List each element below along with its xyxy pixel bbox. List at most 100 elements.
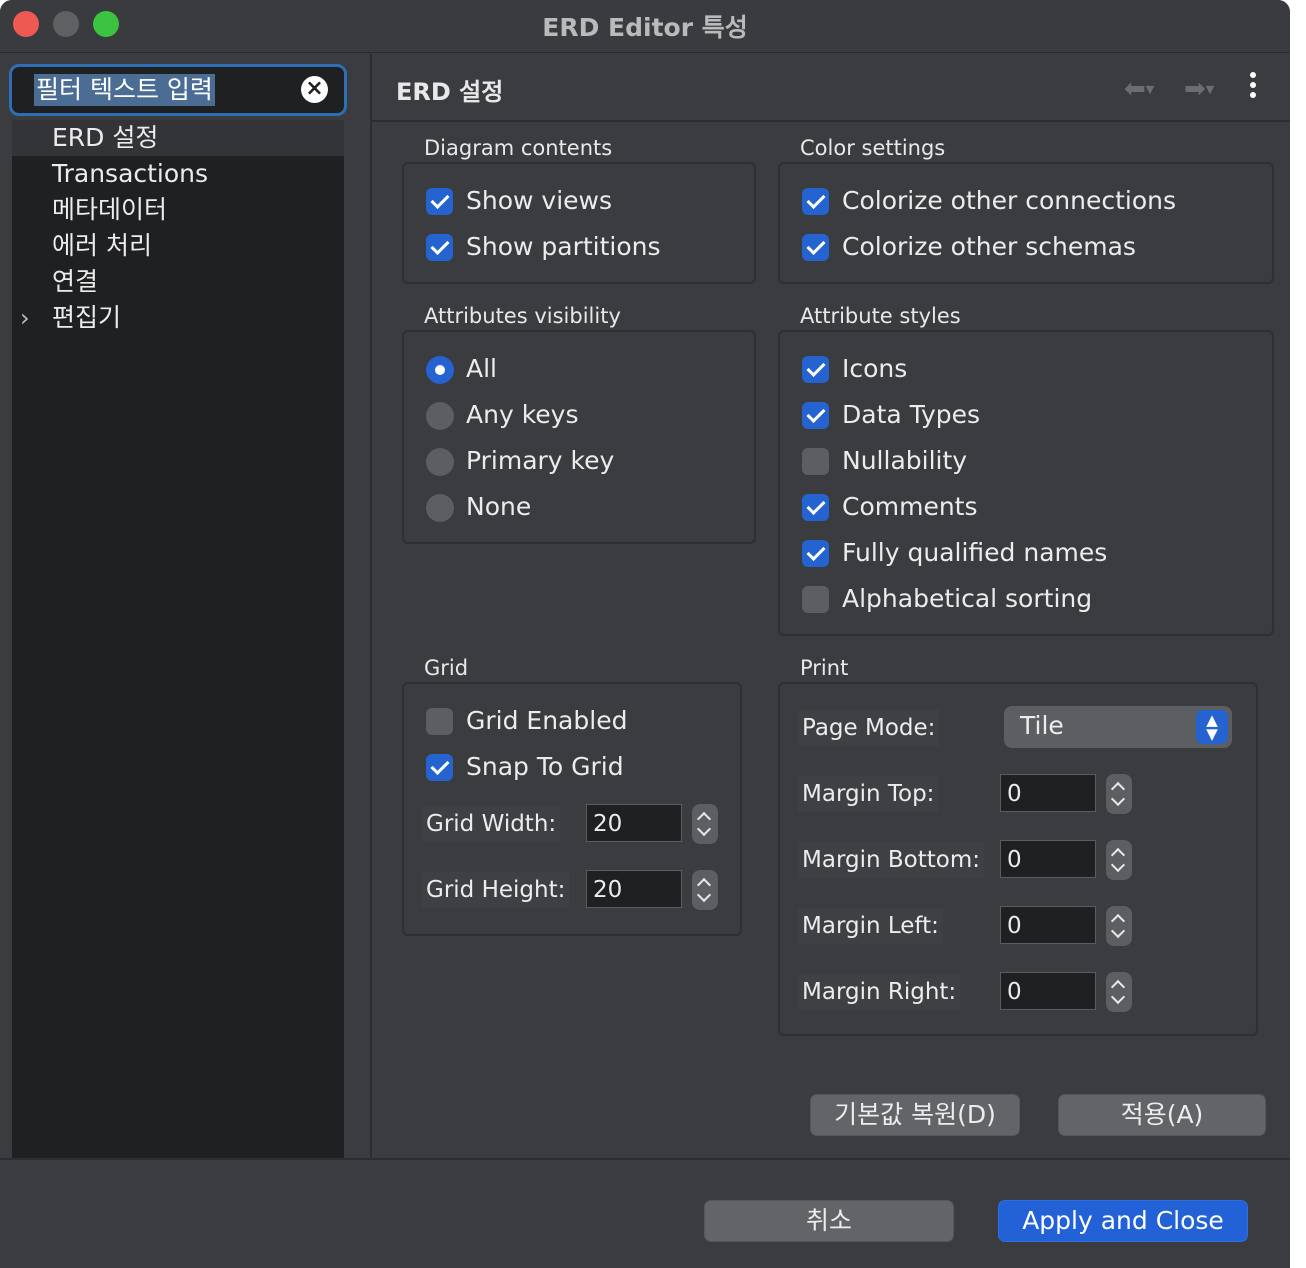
forward-arrow-icon[interactable]: ➡▼ [1184,74,1214,104]
tree-item-label: 편집기 [52,303,122,332]
chevron-down-icon[interactable] [1110,857,1126,873]
tree-item-connection[interactable]: 연결 [12,264,344,300]
page-mode-label: Page Mode: [798,710,940,746]
tree-item-label: Transactions [52,159,209,188]
checkbox-unchecked-icon[interactable] [802,586,829,613]
chevron-down-icon[interactable] [1110,791,1126,807]
checkbox-label: Show partitions [466,232,661,261]
checkbox-unchecked-icon[interactable] [802,448,829,475]
apply-button[interactable]: 적용(A) [1058,1094,1266,1136]
fully-qualified-names-checkbox[interactable]: Fully qualified names [802,538,1107,568]
margin-right-stepper[interactable] [1106,972,1132,1012]
margin-left-label: Margin Left: [798,908,943,944]
margin-bottom-stepper[interactable] [1106,840,1132,880]
margin-bottom-input[interactable]: 0 [1000,840,1096,878]
checkbox-label: Comments [842,492,978,521]
checkbox-checked-icon[interactable] [426,754,453,781]
icons-checkbox[interactable]: Icons [802,354,907,384]
margin-bottom-label: Margin Bottom: [798,842,984,878]
visibility-all-radio[interactable]: All [426,354,497,384]
filter-input-text[interactable]: 필터 텍스트 입력 [34,74,215,106]
show-views-checkbox[interactable]: Show views [426,186,612,216]
checkbox-label: Icons [842,354,908,383]
snap-to-grid-checkbox[interactable]: Snap To Grid [426,752,624,782]
alphabetical-sorting-checkbox[interactable]: Alphabetical sorting [802,584,1092,614]
diagram-contents-title: Diagram contents [424,136,613,160]
radio-unselected-icon[interactable] [426,402,454,430]
radio-selected-icon[interactable] [426,356,454,384]
select-arrows-icon[interactable]: ▲ ▼ [1196,710,1228,744]
margin-top-stepper[interactable] [1106,774,1132,814]
margin-left-input[interactable]: 0 [1000,906,1096,944]
checkbox-checked-icon[interactable] [802,356,829,383]
checkbox-label: Data Types [842,400,981,429]
restore-defaults-button[interactable]: 기본값 복원(D) [810,1094,1020,1136]
print-title: Print [800,656,849,680]
preferences-window: ERD Editor 특성 필터 텍스트 입력 × ERD 설정 Transac… [0,0,1290,1268]
tree-item-metadata[interactable]: 메타데이터 [12,192,344,228]
checkbox-checked-icon[interactable] [802,188,829,215]
checkbox-label: Show views [466,186,612,215]
checkbox-label: Alphabetical sorting [842,584,1093,613]
filter-input[interactable]: 필터 텍스트 입력 × [9,64,347,116]
checkbox-checked-icon[interactable] [802,540,829,567]
nullability-checkbox[interactable]: Nullability [802,446,967,476]
visibility-primary-key-radio[interactable]: Primary key [426,446,614,476]
chevron-down-icon[interactable] [696,887,712,903]
show-partitions-checkbox[interactable]: Show partitions [426,232,661,262]
grid-group: Grid Enabled Snap To Grid Grid Width: 20… [402,682,742,936]
settings-panel: ERD 설정 ⬅▼ ➡▼ Diagram contents Show views… [372,54,1290,1158]
checkbox-label: Colorize other schemas [842,232,1136,261]
radio-unselected-icon[interactable] [426,494,454,522]
checkbox-checked-icon[interactable] [426,188,453,215]
tree-item-transactions[interactable]: Transactions [12,156,344,192]
checkbox-checked-icon[interactable] [802,494,829,521]
attribute-styles-group: Icons Data Types Nullability Comments Fu… [778,330,1274,636]
margin-left-stepper[interactable] [1106,906,1132,946]
tree-item-label: 에러 처리 [52,231,152,260]
chevron-right-icon[interactable]: › [20,300,30,336]
more-options-icon[interactable] [1250,72,1256,102]
radio-unselected-icon[interactable] [426,448,454,476]
colorize-schemas-checkbox[interactable]: Colorize other schemas [802,232,1136,262]
sidebar: 필터 텍스트 입력 × ERD 설정 Transactions 메타데이터 에러… [0,54,356,1158]
margin-top-input[interactable]: 0 [1000,774,1096,812]
grid-height-stepper[interactable] [692,870,718,910]
attributes-visibility-group: All Any keys Primary key None [402,330,756,544]
margin-right-input[interactable]: 0 [1000,972,1096,1010]
comments-checkbox[interactable]: Comments [802,492,978,522]
grid-width-stepper[interactable] [692,804,718,844]
visibility-none-radio[interactable]: None [426,492,531,522]
tree-item-erd-settings[interactable]: ERD 설정 [12,120,344,156]
checkbox-label: Fully qualified names [842,538,1108,567]
clear-filter-icon[interactable]: × [301,76,328,103]
chevron-down-icon[interactable] [696,821,712,837]
margin-right-label: Margin Right: [798,974,961,1010]
checkbox-unchecked-icon[interactable] [426,708,453,735]
color-settings-title: Color settings [800,136,946,160]
grid-width-label: Grid Width: [422,806,561,842]
colorize-connections-checkbox[interactable]: Colorize other connections [802,186,1176,216]
page-mode-select[interactable]: Tile ▲ ▼ [1004,706,1232,748]
checkbox-checked-icon[interactable] [802,402,829,429]
chevron-down-icon[interactable] [1110,923,1126,939]
tree-item-editor[interactable]: › 편집기 [12,300,344,336]
chevron-down-icon[interactable] [1110,989,1126,1005]
tree-item-label: 메타데이터 [52,195,168,224]
tree-item-error-handling[interactable]: 에러 처리 [12,228,344,264]
checkbox-label: Snap To Grid [466,752,624,781]
grid-height-input[interactable]: 20 [586,870,682,908]
diagram-contents-group: Show views Show partitions [402,162,756,284]
grid-width-input[interactable]: 20 [586,804,682,842]
back-arrow-icon[interactable]: ⬅▼ [1124,74,1154,104]
checkbox-checked-icon[interactable] [426,234,453,261]
visibility-any-keys-radio[interactable]: Any keys [426,400,578,430]
cancel-button[interactable]: 취소 [704,1200,954,1242]
attribute-styles-title: Attribute styles [800,304,961,328]
attributes-visibility-title: Attributes visibility [424,304,621,328]
grid-enabled-checkbox[interactable]: Grid Enabled [426,706,627,736]
apply-and-close-button[interactable]: Apply and Close [998,1200,1248,1242]
data-types-checkbox[interactable]: Data Types [802,400,980,430]
dialog-footer: 취소 Apply and Close [0,1158,1290,1268]
checkbox-checked-icon[interactable] [802,234,829,261]
